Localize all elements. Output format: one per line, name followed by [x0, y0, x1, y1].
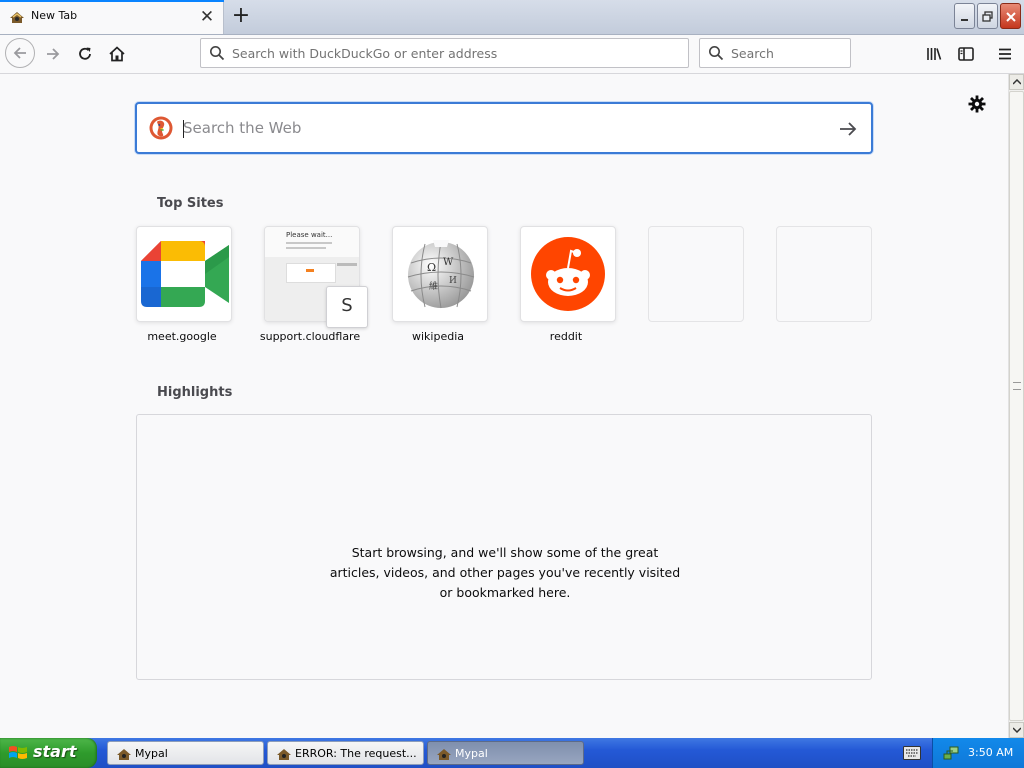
clock: 3:50 AM [968, 746, 1014, 759]
top-site-tile-empty[interactable] [776, 226, 872, 322]
top-site-label: wikipedia [411, 330, 464, 343]
minimize-window-button[interactable] [954, 3, 975, 29]
forward-button[interactable] [40, 41, 66, 67]
web-search-box[interactable] [135, 102, 873, 154]
system-tray: 3:50 AM [932, 738, 1024, 768]
library-icon [927, 48, 942, 60]
mypal-app-icon [117, 749, 131, 760]
highlights-message: Start browsing, and we'll show some of t… [329, 545, 681, 600]
menu-button[interactable] [992, 41, 1018, 67]
library-button[interactable] [921, 41, 947, 67]
wikipedia-globe-icon: Ω W И 維 [407, 240, 475, 309]
scrollbar-grip [1013, 382, 1021, 390]
taskbar-item-mypal[interactable]: Mypal [107, 741, 264, 765]
site-badge-letter: S [341, 295, 353, 316]
sidebar-icon [958, 47, 974, 61]
top-site-label: meet.google [147, 330, 217, 343]
windows-flag-icon [9, 746, 27, 759]
arrow-right-icon[interactable] [837, 118, 859, 140]
mypal-favicon-icon [10, 12, 24, 23]
home-button[interactable] [104, 41, 130, 67]
web-search-input[interactable] [183, 104, 823, 152]
taskbar-item-mypal-active[interactable]: Mypal [427, 741, 584, 765]
reddit-icon [531, 237, 605, 311]
close-tab-icon[interactable]: ✕ [198, 8, 216, 26]
top-site-tile-reddit[interactable] [520, 226, 616, 322]
keyboard-icon[interactable] [903, 746, 921, 760]
top-site-tile-support-cloudflare[interactable]: Please wait... S [264, 226, 368, 328]
google-meet-icon [141, 241, 229, 307]
scroll-up-arrow-icon[interactable] [1009, 74, 1024, 90]
tab-title: New Tab [31, 9, 78, 22]
svg-text:維: 維 [429, 280, 438, 292]
top-site-label: support.cloudflare [259, 330, 361, 343]
search-bar[interactable] [699, 38, 851, 68]
new-tab-page: Top Sites meet.google Please wait... S [0, 74, 1008, 738]
preview-title: Please wait... [286, 231, 333, 239]
windows-taskbar: start Mypal ERROR: The request... Mypal … [0, 738, 1024, 768]
mypal-app-icon [277, 749, 291, 760]
start-label: start [33, 742, 77, 761]
scrollbar-thumb[interactable] [1009, 91, 1024, 721]
top-site-tile-wikipedia[interactable]: Ω W И 維 [392, 226, 488, 322]
mypal-app-icon [437, 749, 451, 760]
back-button[interactable] [5, 38, 35, 68]
back-arrow-icon [13, 47, 26, 59]
home-icon [109, 46, 125, 62]
close-window-button[interactable] [1000, 3, 1021, 29]
taskbar-item-label: Mypal [135, 747, 168, 760]
top-site-tile-meet-google[interactable] [136, 226, 232, 322]
hamburger-menu-icon [999, 48, 1011, 60]
svg-text:W: W [443, 257, 454, 268]
gear-icon[interactable] [966, 93, 988, 115]
forward-arrow-icon [47, 48, 60, 60]
new-tab-plus-icon[interactable]: + [230, 4, 252, 28]
start-button[interactable]: start [0, 738, 97, 768]
site-badge: S [326, 286, 368, 328]
search-icon [210, 46, 225, 61]
reload-button[interactable] [72, 41, 98, 67]
restore-window-button[interactable] [977, 3, 998, 29]
network-tray-icon[interactable] [943, 745, 959, 761]
search-icon [709, 46, 724, 61]
reload-icon [79, 47, 91, 60]
top-sites-heading: Top Sites [157, 196, 224, 211]
vertical-scrollbar[interactable] [1008, 74, 1024, 738]
taskbar-item-label: ERROR: The request... [295, 747, 417, 760]
tab-new-tab[interactable]: New Tab ✕ [0, 0, 224, 34]
navigation-toolbar [0, 35, 1024, 74]
taskbar-item-error[interactable]: ERROR: The request... [267, 741, 424, 765]
top-site-tile-empty[interactable] [648, 226, 744, 322]
search-input[interactable] [731, 39, 841, 67]
active-tab-indicator [0, 0, 224, 2]
sidebar-toggle-button[interactable] [953, 41, 979, 67]
highlights-heading: Highlights [157, 385, 233, 400]
taskbar-item-label: Mypal [455, 747, 488, 760]
url-bar[interactable] [200, 38, 689, 68]
tab-strip: New Tab ✕ + [0, 0, 1024, 35]
url-input[interactable] [232, 39, 672, 67]
svg-text:Ω: Ω [427, 261, 436, 274]
duckduckgo-logo-icon [149, 116, 173, 140]
scroll-down-arrow-icon[interactable] [1009, 722, 1024, 738]
top-site-label: reddit [549, 330, 583, 343]
svg-text:И: И [449, 276, 457, 286]
highlights-empty-state: Start browsing, and we'll show some of t… [136, 414, 872, 680]
